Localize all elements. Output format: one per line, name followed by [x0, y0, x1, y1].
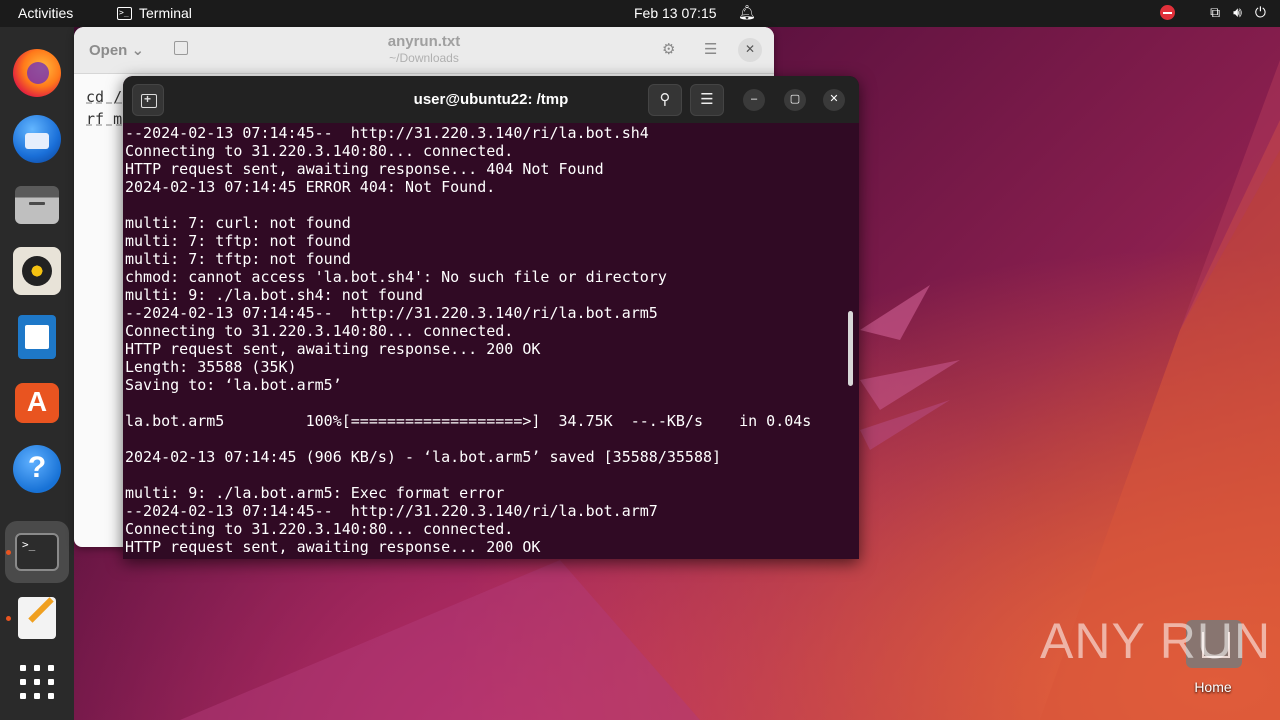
thunderbird-icon[interactable] — [13, 115, 61, 163]
terminal-line: 2024-02-13 07:14:45 (906 KB/s) - ‘la.bot… — [125, 448, 722, 466]
app-menu[interactable]: >_ Terminal — [117, 5, 192, 21]
terminal-line: --2024-02-13 07:14:45-- http://31.220.3.… — [125, 502, 658, 520]
clock[interactable]: Feb 13 07:15 — [634, 5, 717, 21]
app-grid-icon[interactable] — [20, 665, 56, 701]
editor-headerbar: Open ⌄ anyrun.txt ~/Downloads ⚙ ☰ ✕ — [74, 27, 774, 74]
terminal-line: multi: 9: ./la.bot.sh4: not found — [125, 286, 424, 304]
terminal-line: Connecting to 31.220.3.140:80... connect… — [125, 520, 514, 538]
app-menu-label: Terminal — [139, 5, 192, 21]
maximize-button[interactable]: ▢ — [784, 89, 806, 111]
terminal-running-indicator — [6, 550, 11, 555]
terminal-line: multi: 9: ./la.bot.arm5: Exec format err… — [125, 484, 505, 502]
network-icon[interactable]: ⧉ — [1210, 4, 1220, 21]
terminal-line: multi: 7: tftp: not found — [125, 250, 351, 268]
terminal-glyph: >_ — [22, 538, 36, 551]
editor-close-button[interactable]: ✕ — [738, 38, 762, 62]
text-editor-icon[interactable] — [18, 597, 56, 639]
terminal-line: la.bot.arm5 100%[===================>] 3… — [125, 412, 812, 430]
terminal-icon[interactable]: >_ — [15, 533, 59, 571]
text-editor-running-indicator — [6, 616, 11, 621]
terminal-line: --2024-02-13 07:14:45-- http://31.220.3.… — [125, 124, 649, 142]
software-store-glyph: A — [26, 386, 48, 417]
watermark-logo: ANY RUN — [1040, 613, 1272, 669]
editor-line: rf m — [86, 110, 123, 128]
hamburger-menu-icon: ☰ — [700, 91, 714, 108]
terminal-line: Connecting to 31.220.3.140:80... connect… — [125, 322, 514, 340]
terminal-line: HTTP request sent, awaiting response... … — [125, 538, 541, 556]
activities-button[interactable]: Activities — [18, 5, 73, 21]
notification-bell-icon[interactable]: 🔔︎ — [738, 4, 756, 21]
editor-line: cd / — [86, 88, 123, 106]
rhythmbox-icon[interactable] — [13, 247, 61, 295]
home-folder-label[interactable]: Home — [1185, 679, 1241, 695]
writer-icon[interactable] — [18, 315, 56, 359]
dock: A ? >_ — [0, 27, 74, 720]
firefox-icon[interactable] — [13, 49, 61, 97]
system-tray[interactable]: ⧉ 🔊︎ ⏻ — [1160, 4, 1266, 21]
top-bar: Activities >_ Terminal Feb 13 07:15 🔔︎ ⧉… — [0, 0, 1280, 27]
editor-menu-icon[interactable]: ☰ — [704, 40, 717, 58]
close-button[interactable]: ✕ — [823, 89, 845, 111]
terminal-line: multi: 7: curl: not found — [125, 214, 351, 232]
help-glyph: ? — [27, 451, 47, 484]
files-icon[interactable] — [15, 186, 59, 224]
terminal-headerbar: user@ubuntu22: /tmp ⚲ ☰ – ▢ ✕ — [123, 76, 859, 123]
editor-text-area[interactable]: cd / rf m — [86, 86, 122, 130]
terminal-menu-button[interactable]: ☰ — [690, 84, 724, 116]
editor-settings-icon[interactable]: ⚙ — [662, 40, 675, 58]
terminal-line: multi: 7: tftp: not found — [125, 232, 351, 250]
terminal-output[interactable]: --2024-02-13 07:14:45-- http://31.220.3.… — [125, 123, 845, 559]
terminal-line: chmod: cannot access 'la.bot.sh4': No su… — [125, 268, 667, 286]
terminal-scrollbar[interactable] — [848, 311, 853, 386]
terminal-search-button[interactable]: ⚲ — [648, 84, 682, 116]
volume-icon[interactable]: 🔊︎ — [1233, 4, 1242, 21]
terminal-line: 2024-02-13 07:14:45 ERROR 404: Not Found… — [125, 178, 496, 196]
terminal-line: Length: 35588 (35K) — [125, 358, 297, 376]
minimize-button[interactable]: – — [743, 89, 765, 111]
terminal-line: HTTP request sent, awaiting response... … — [125, 160, 604, 178]
terminal-window[interactable]: user@ubuntu22: /tmp ⚲ ☰ – ▢ ✕ --2024-02-… — [123, 76, 859, 559]
power-icon[interactable]: ⏻ — [1255, 4, 1266, 21]
software-store-icon[interactable]: A — [15, 383, 59, 423]
terminal-line: Connecting to 31.220.3.140:80... connect… — [125, 142, 514, 160]
do-not-disturb-icon[interactable] — [1160, 5, 1176, 20]
help-icon[interactable]: ? — [13, 445, 61, 493]
search-icon: ⚲ — [659, 91, 671, 108]
terminal-line: HTTP request sent, awaiting response... … — [125, 340, 541, 358]
terminal-line: Saving to: ‘la.bot.arm5’ — [125, 376, 342, 394]
terminal-app-icon: >_ — [117, 6, 132, 20]
terminal-line: --2024-02-13 07:14:45-- http://31.220.3.… — [125, 304, 658, 322]
